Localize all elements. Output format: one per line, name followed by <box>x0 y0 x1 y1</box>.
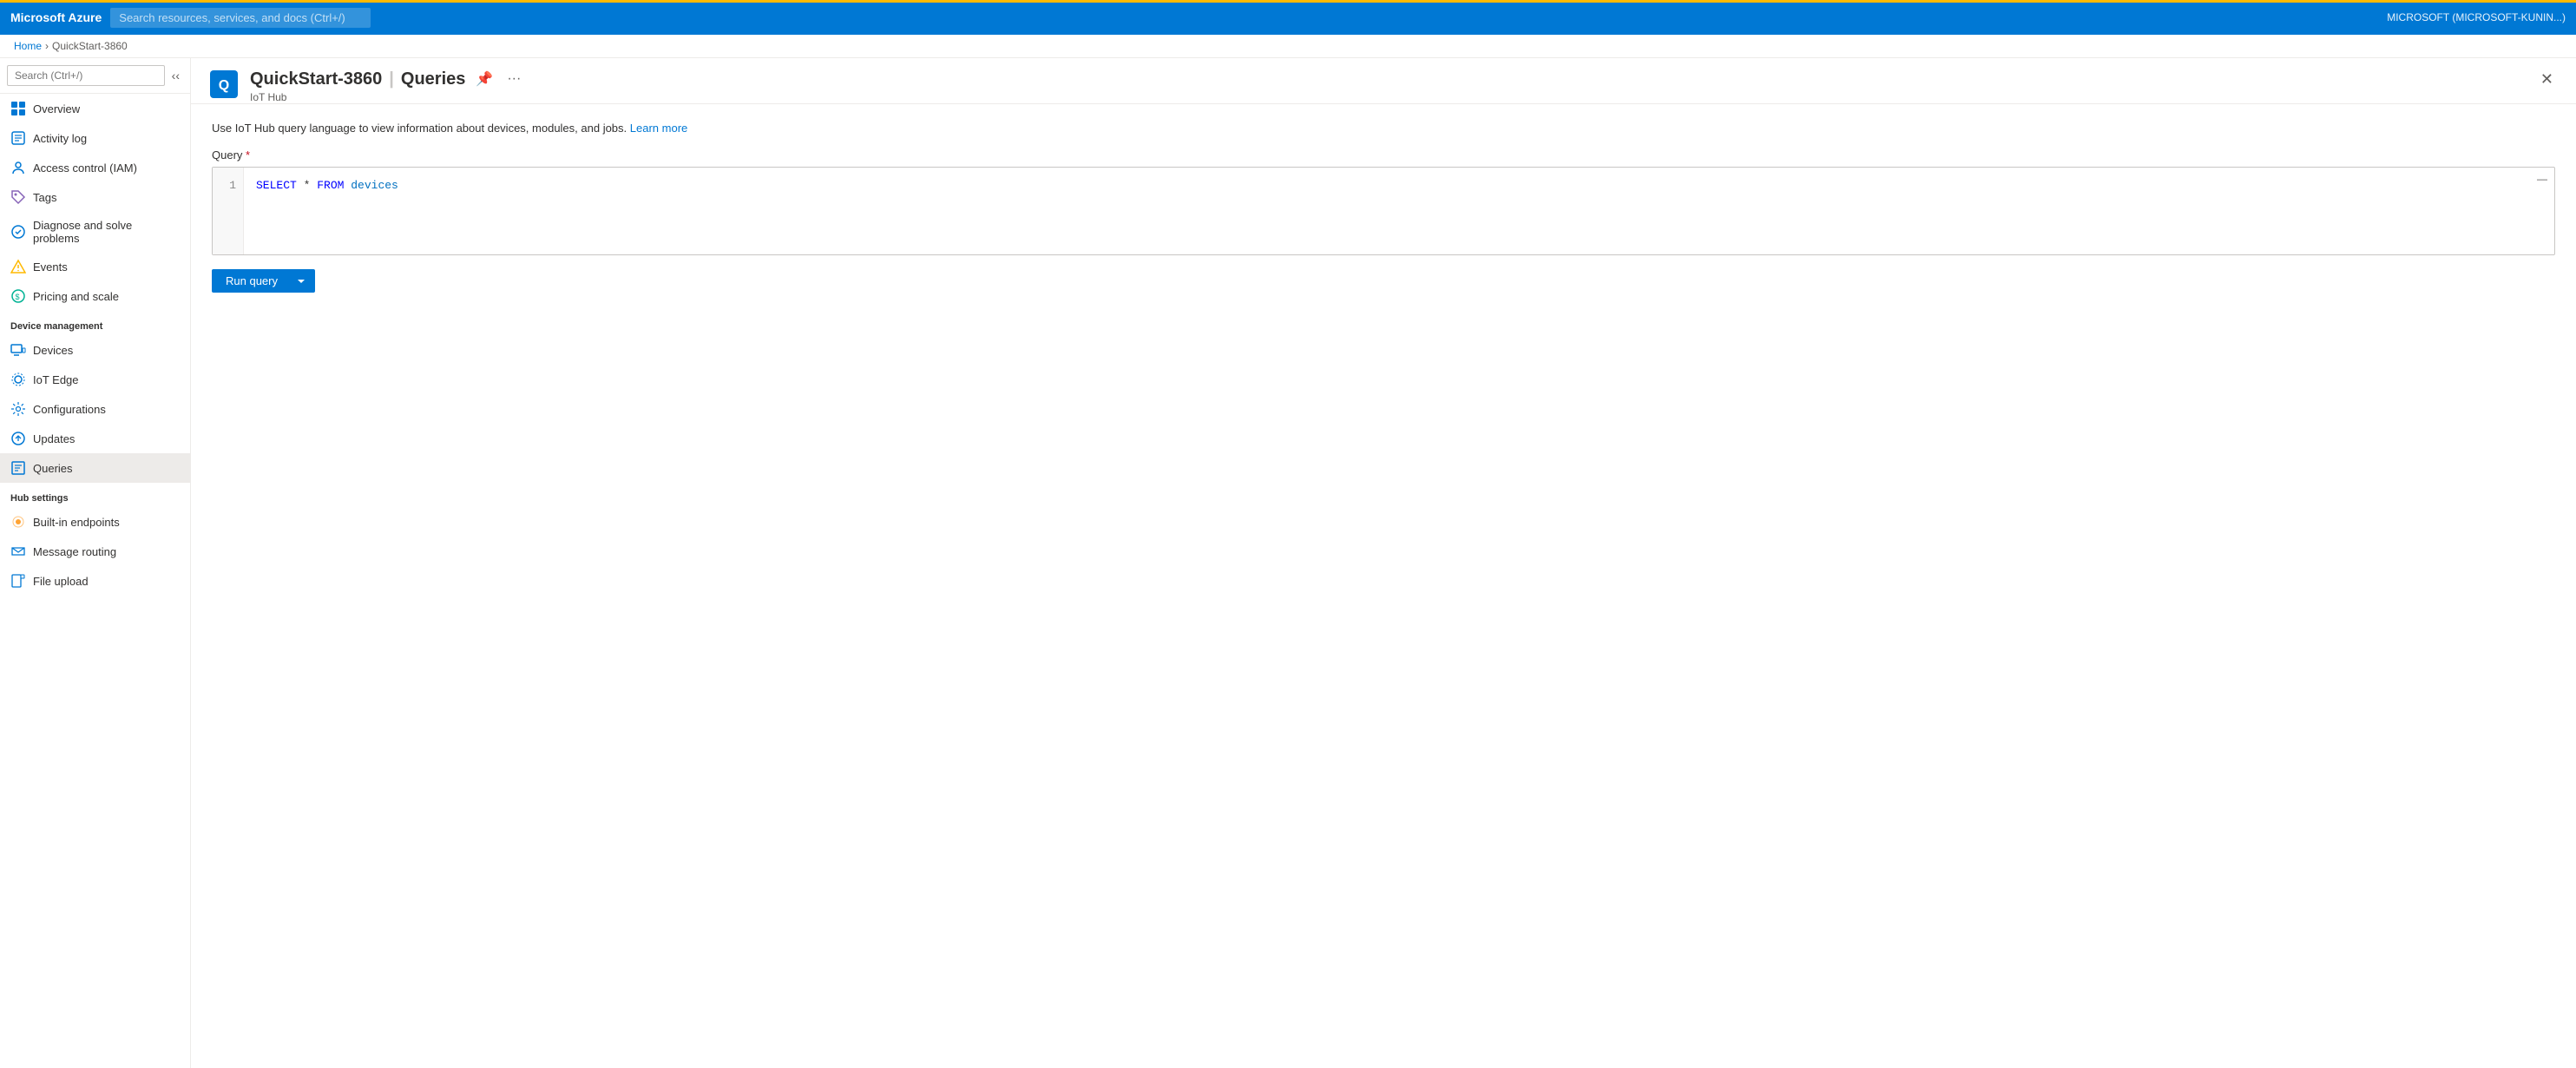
main-layout: ‹‹ Overview Activity log <box>0 58 2576 1068</box>
line-number-1: 1 <box>220 176 236 195</box>
queries-icon <box>10 460 26 476</box>
sidebar-search-row: ‹‹ <box>0 58 190 94</box>
sidebar-item-devices[interactable]: Devices <box>0 335 190 365</box>
sidebar-item-tags-label: Tags <box>33 191 56 204</box>
close-panel-button[interactable]: ✕ <box>2535 69 2559 90</box>
brand-logo: Microsoft Azure <box>10 10 102 24</box>
more-options-button[interactable]: ··· <box>503 69 524 89</box>
top-bar: Microsoft Azure MICROSOFT (MICROSOFT-KUN… <box>0 0 2576 35</box>
run-query-label: Run query <box>226 274 278 287</box>
page-header: Q QuickStart-3860 | Queries 📌 ··· IoT Hu… <box>191 58 2576 104</box>
sidebar-item-events[interactable]: Events <box>0 252 190 281</box>
sidebar-item-access-control-label: Access control (IAM) <box>33 162 137 175</box>
sidebar-item-configurations-label: Configurations <box>33 403 106 416</box>
sidebar-item-queries[interactable]: Queries <box>0 453 190 483</box>
file-upload-icon <box>10 573 26 589</box>
keyword-select: SELECT <box>256 179 297 192</box>
sidebar-item-overview-label: Overview <box>33 102 80 115</box>
overview-icon <box>10 101 26 116</box>
updates-icon <box>10 431 26 446</box>
sidebar-item-updates-label: Updates <box>33 432 75 445</box>
breadcrumb-sep-1: › <box>45 40 49 52</box>
iam-icon <box>10 160 26 175</box>
keyword-from: FROM <box>317 179 344 192</box>
breadcrumb-resource: QuickStart-3860 <box>52 40 128 52</box>
page-header-left: Q QuickStart-3860 | Queries 📌 ··· IoT Hu… <box>208 69 524 103</box>
sidebar-item-activity-log-label: Activity log <box>33 132 87 145</box>
sidebar-item-events-label: Events <box>33 260 68 274</box>
page-title: QuickStart-3860 | Queries 📌 ··· <box>250 69 524 89</box>
sidebar-item-devices-label: Devices <box>33 344 73 357</box>
content-area: Use IoT Hub query language to view infor… <box>191 104 2576 1068</box>
built-in-endpoints-icon <box>10 514 26 530</box>
diagnose-icon <box>10 224 26 240</box>
required-indicator: * <box>246 148 250 162</box>
message-routing-icon <box>10 544 26 559</box>
page-resource-icon: Q <box>208 69 240 100</box>
sidebar-item-tags[interactable]: Tags <box>0 182 190 212</box>
global-search-input[interactable] <box>110 8 371 28</box>
configurations-icon <box>10 401 26 417</box>
sidebar-item-activity-log[interactable]: Activity log <box>0 123 190 153</box>
query-editor-wrapper: 1 SELECT * FROM devices — <box>212 167 2555 255</box>
sidebar-item-message-routing-label: Message routing <box>33 545 116 558</box>
sidebar-item-configurations[interactable]: Configurations <box>0 394 190 424</box>
pricing-icon: $ <box>10 288 26 304</box>
query-label: Query * <box>212 148 2555 162</box>
activity-log-icon <box>10 130 26 146</box>
sidebar-item-iot-edge[interactable]: IoT Edge <box>0 365 190 394</box>
wildcard: * <box>297 179 317 192</box>
sidebar-nav: Overview Activity log Access control (IA… <box>0 94 190 1068</box>
sidebar-item-access-control[interactable]: Access control (IAM) <box>0 153 190 182</box>
query-editor: 1 SELECT * FROM devices <box>213 168 2554 254</box>
top-bar-left: Microsoft Azure <box>10 8 2387 28</box>
line-numbers: 1 <box>213 168 244 254</box>
sidebar-collapse-button[interactable]: ‹‹ <box>168 65 183 86</box>
user-info: MICROSOFT (MICROSOFT-KUNIN...) <box>2387 11 2566 23</box>
learn-more-link[interactable]: Learn more <box>630 122 687 135</box>
sidebar-item-iot-edge-label: IoT Edge <box>33 373 79 386</box>
sidebar: ‹‹ Overview Activity log <box>0 58 191 1068</box>
device-management-header: Device management <box>0 311 190 335</box>
sidebar-item-message-routing[interactable]: Message routing <box>0 537 190 566</box>
sidebar-item-file-upload-label: File upload <box>33 575 89 588</box>
page-subtitle: IoT Hub <box>250 91 524 103</box>
table-name: devices <box>344 179 398 192</box>
page-header-title-block: QuickStart-3860 | Queries 📌 ··· IoT Hub <box>250 69 524 103</box>
svg-text:$: $ <box>16 293 20 301</box>
sidebar-item-updates[interactable]: Updates <box>0 424 190 453</box>
sidebar-item-pricing[interactable]: $ Pricing and scale <box>0 281 190 311</box>
run-query-button[interactable]: Run query <box>212 269 315 293</box>
editor-minimize-icon[interactable]: — <box>2537 173 2547 185</box>
sidebar-item-built-in-endpoints-label: Built-in endpoints <box>33 516 120 529</box>
breadcrumb-home[interactable]: Home <box>14 40 42 52</box>
pin-button[interactable]: 📌 <box>472 69 496 89</box>
events-icon <box>10 259 26 274</box>
sidebar-search-input[interactable] <box>7 65 165 86</box>
sidebar-item-file-upload[interactable]: File upload <box>0 566 190 596</box>
run-query-dropdown[interactable] <box>292 276 315 287</box>
top-bar-accent <box>0 0 2576 3</box>
info-text: Use IoT Hub query language to view infor… <box>212 122 2555 135</box>
iot-edge-icon <box>10 372 26 387</box>
sidebar-item-pricing-label: Pricing and scale <box>33 290 119 303</box>
sidebar-item-built-in-endpoints[interactable]: Built-in endpoints <box>0 507 190 537</box>
hub-settings-header: Hub settings <box>0 483 190 507</box>
sidebar-item-diagnose-label: Diagnose and solve problems <box>33 219 180 245</box>
sidebar-item-overview[interactable]: Overview <box>0 94 190 123</box>
tags-icon <box>10 189 26 205</box>
code-editor[interactable]: SELECT * FROM devices <box>244 168 2554 254</box>
devices-icon <box>10 342 26 358</box>
sidebar-item-queries-label: Queries <box>33 462 73 475</box>
breadcrumb: Home › QuickStart-3860 <box>0 35 2576 58</box>
sidebar-item-diagnose[interactable]: Diagnose and solve problems <box>0 212 190 252</box>
svg-text:Q: Q <box>219 78 229 93</box>
